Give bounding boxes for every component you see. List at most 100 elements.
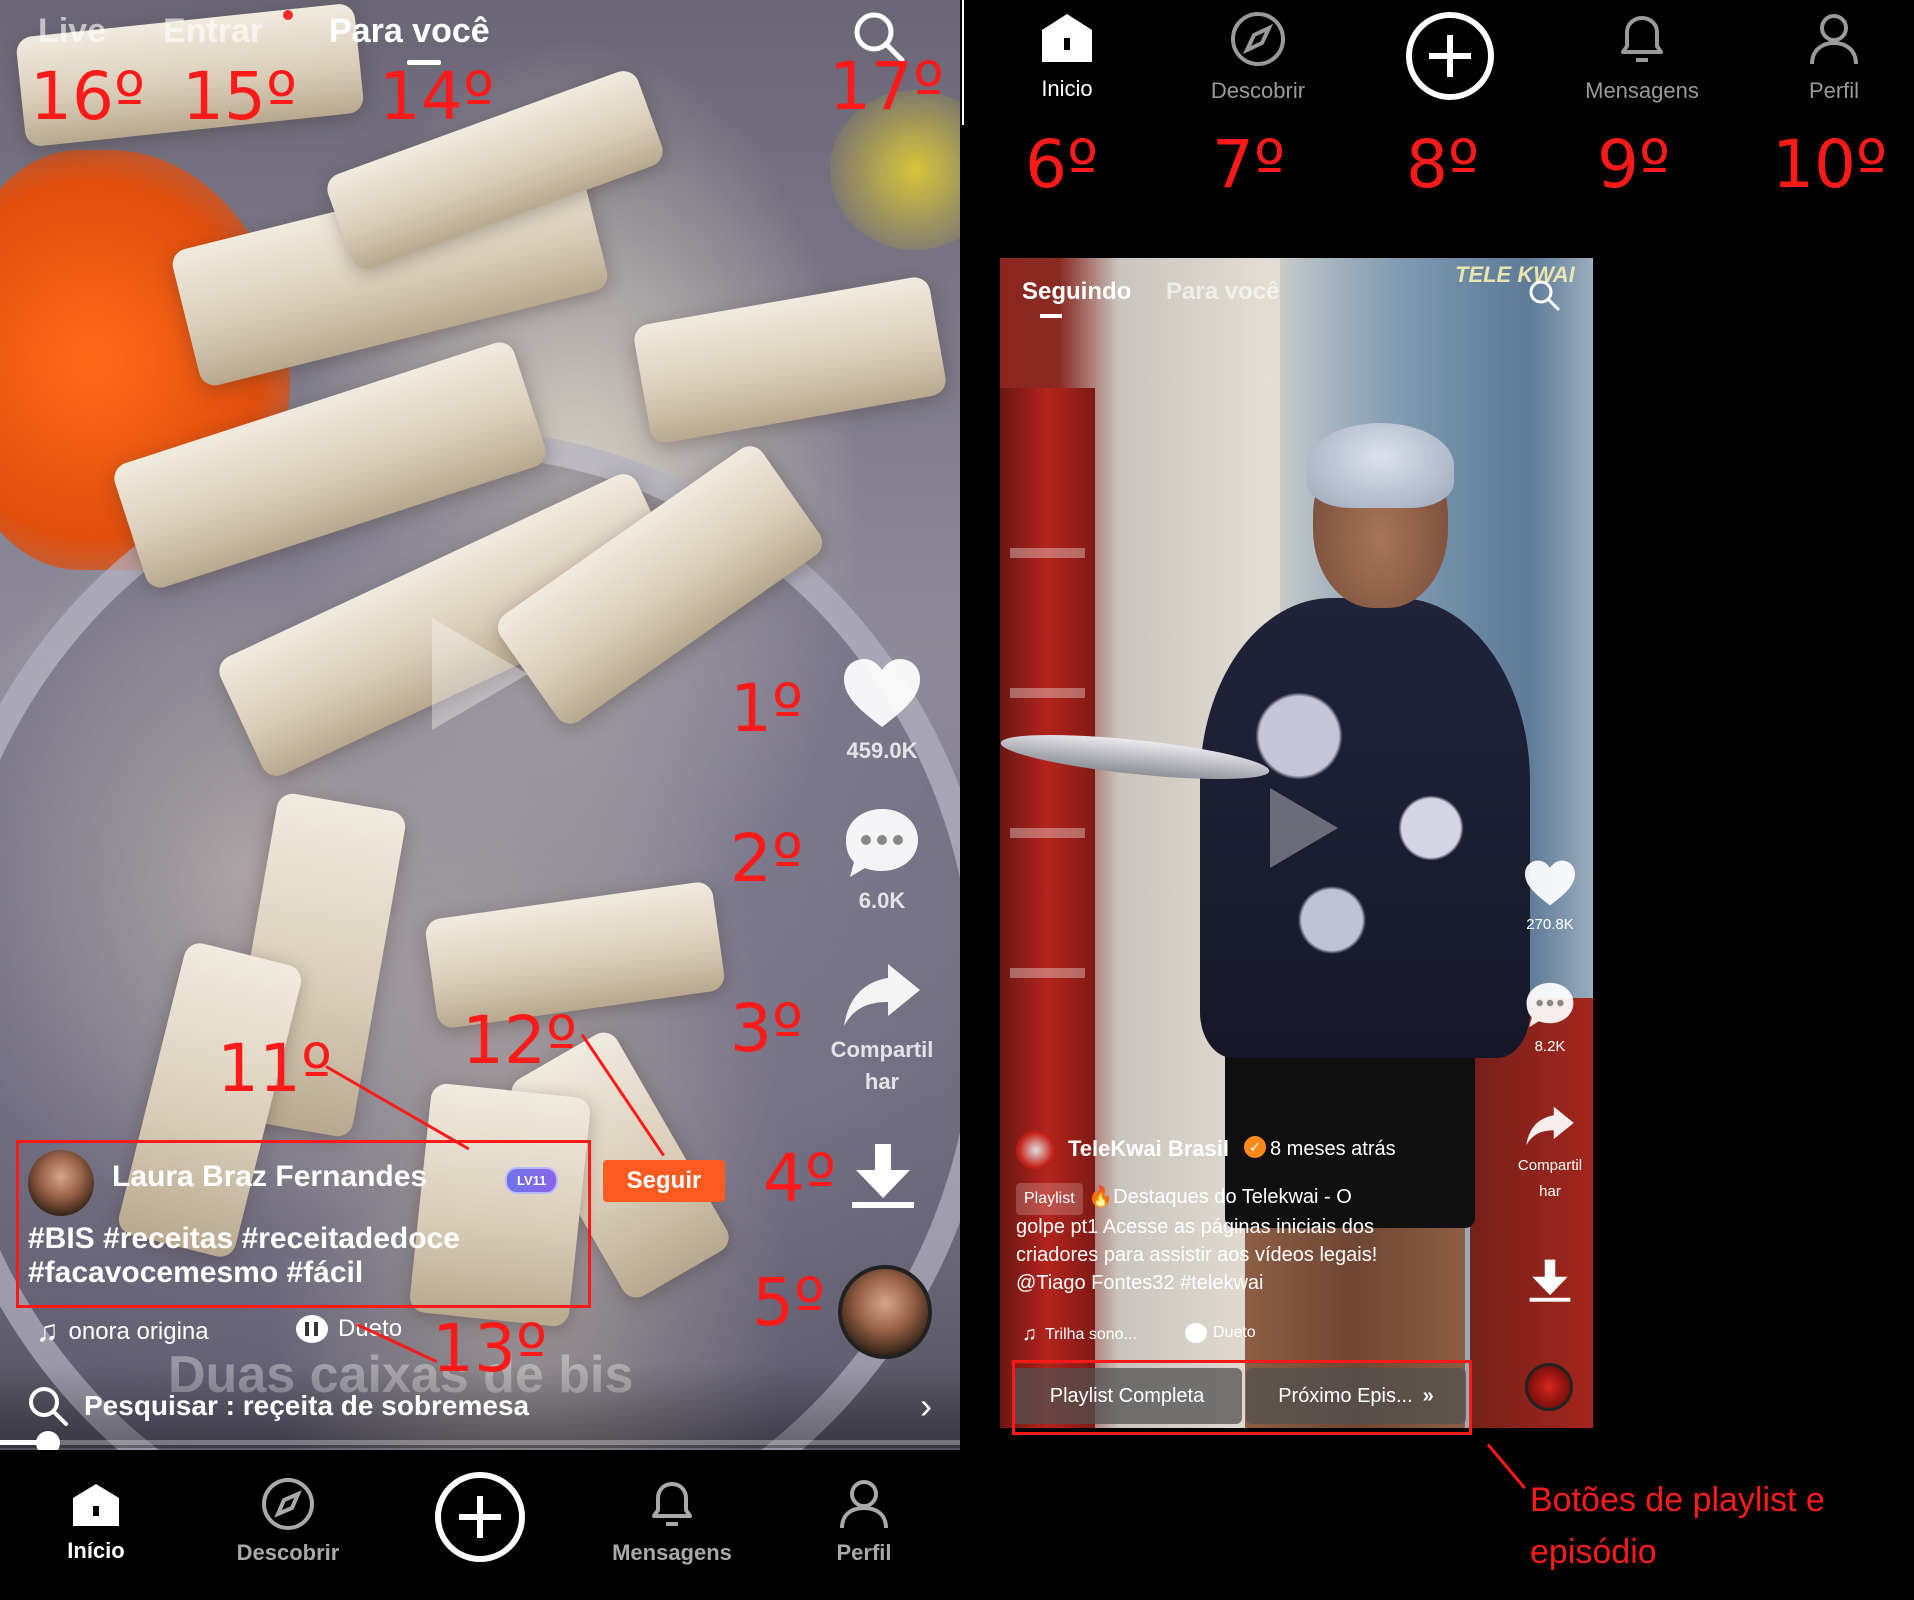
- nav-create[interactable]: [1355, 10, 1545, 102]
- share-label-1: Compartil: [1517, 1157, 1583, 1174]
- share-icon: [1526, 1106, 1574, 1146]
- comment-icon: [1526, 982, 1574, 1028]
- annotation-6: 6º: [1025, 126, 1099, 203]
- duet-icon: [1185, 1323, 1207, 1343]
- home-icon: [1042, 14, 1092, 62]
- nav-mensagens[interactable]: Mensagens: [1547, 10, 1737, 104]
- nav-label: Perfil: [1808, 78, 1860, 103]
- tab-para-voce[interactable]: Para você: [329, 12, 490, 51]
- navigation-bar-zoom: Inicio Descobrir Mensagens Perfil: [966, 0, 1914, 130]
- comment-count: 6.0K: [858, 888, 906, 913]
- nav-descobrir[interactable]: Descobrir: [192, 1450, 384, 1600]
- playlist-caption-line-2: episódio: [1530, 1533, 1657, 1571]
- like-button[interactable]: 459.0K: [832, 655, 932, 767]
- nav-label: Inicio: [1041, 76, 1093, 101]
- nav-perfil[interactable]: Perfil: [768, 1450, 960, 1600]
- share-button[interactable]: Compartil har: [812, 960, 952, 1098]
- profile-icon: [840, 1480, 888, 1529]
- playlist-video-screen[interactable]: Seguindo Para você TELE KWAI 270.8K 8.2K…: [1000, 258, 1593, 1428]
- notification-dot: [283, 10, 293, 20]
- bottom-navigation: Início Descobrir Mensagens Perfil: [0, 1450, 960, 1600]
- compass-icon: [1231, 12, 1285, 66]
- creator-avatar-disc[interactable]: [1525, 1363, 1573, 1411]
- caption-line-4[interactable]: @Tiago Fontes32 #telekwai: [1016, 1269, 1263, 1297]
- caption-line-1[interactable]: Playlist 🔥Destaques do Telekwai - O: [1016, 1183, 1352, 1215]
- red-crates: [1470, 998, 1593, 1428]
- caption-line-2[interactable]: golpe pt1 Acesse as páginas iniciais dos: [1016, 1213, 1374, 1241]
- playlist-caption-line-1: Botões de playlist e: [1530, 1481, 1825, 1519]
- sound-name: onora origina: [68, 1318, 209, 1345]
- creator-caption-highlight: [16, 1140, 591, 1308]
- active-tab-indicator: [1040, 314, 1062, 318]
- caption-title: 🔥Destaques do Telekwai - O: [1088, 1186, 1352, 1208]
- verified-badge-icon: ✓: [1244, 1136, 1266, 1158]
- panel-divider: [962, 0, 964, 125]
- annotation-3: 3º: [730, 990, 804, 1067]
- playlist-badge[interactable]: Playlist: [1016, 1183, 1083, 1215]
- nav-label: Mensagens: [1585, 78, 1699, 103]
- heart-icon: [1525, 860, 1575, 906]
- chevron-right-icon: ›: [920, 1385, 932, 1426]
- nav-mensagens[interactable]: Mensagens: [576, 1450, 768, 1600]
- video-progress-bar[interactable]: [0, 1431, 960, 1455]
- creator-avatar[interactable]: [1016, 1130, 1056, 1170]
- nav-inicio[interactable]: Início: [0, 1450, 192, 1600]
- share-button[interactable]: Compartil har: [1500, 1103, 1593, 1205]
- annotation-11: 11º: [217, 1030, 333, 1107]
- like-button[interactable]: 270.8K: [1515, 858, 1585, 938]
- search-icon: [29, 1387, 68, 1426]
- like-count: 270.8K: [1526, 916, 1574, 933]
- sound-name: Trilha sono...: [1045, 1325, 1137, 1343]
- annotation-2: 2º: [730, 820, 804, 897]
- sound-row[interactable]: ♫ onora origina: [36, 1315, 209, 1349]
- comment-button[interactable]: 6.0K: [832, 805, 932, 917]
- plus-circle-icon: [1406, 12, 1494, 100]
- caption-line-3[interactable]: criadores para assistir aos vídeos legai…: [1016, 1241, 1377, 1269]
- tab-entrar[interactable]: Entrar: [163, 12, 263, 51]
- duet-button[interactable]: Dueto: [1185, 1323, 1256, 1343]
- comment-button[interactable]: 8.2K: [1515, 980, 1585, 1060]
- nav-label: Perfil: [836, 1540, 892, 1565]
- nav-label: Descobrir: [236, 1540, 340, 1565]
- annotation-9: 9º: [1597, 126, 1671, 203]
- annotation-17: 17º: [829, 48, 945, 125]
- share-label-2: har: [864, 1069, 900, 1094]
- creator-name[interactable]: TeleKwai Brasil: [1068, 1136, 1229, 1162]
- tab-live[interactable]: Live: [38, 12, 106, 51]
- duet-icon: [296, 1315, 328, 1343]
- post-time: 8 meses atrás: [1270, 1138, 1396, 1160]
- search-suggestion-text: Pesquisar : reçeita de sobremesa: [84, 1390, 530, 1421]
- playlist-buttons-highlight: [1012, 1360, 1472, 1435]
- person-jacket: [1200, 598, 1530, 1058]
- wafer-bar: [631, 274, 949, 446]
- follow-button[interactable]: Seguir: [603, 1160, 725, 1202]
- annotation-7: 7º: [1212, 126, 1286, 203]
- search-icon[interactable]: [1527, 278, 1561, 317]
- tab-para-voce[interactable]: Para você: [1166, 278, 1279, 306]
- sound-row[interactable]: ♫ Trilha sono...: [1022, 1323, 1137, 1346]
- nav-inicio[interactable]: Inicio: [972, 10, 1162, 102]
- annotation-8: 8º: [1406, 126, 1480, 203]
- play-icon[interactable]: [1270, 788, 1338, 868]
- creator-avatar-disc[interactable]: [838, 1265, 932, 1359]
- annotation-5: 5º: [752, 1264, 826, 1341]
- nav-descobrir[interactable]: Descobrir: [1163, 10, 1353, 104]
- nav-create[interactable]: [384, 1450, 576, 1600]
- person-hairnet: [1307, 423, 1454, 508]
- music-note-icon: ♫: [36, 1315, 59, 1348]
- annotation-13: 13º: [432, 1310, 548, 1387]
- annotation-10: 10º: [1772, 126, 1888, 203]
- like-count: 459.0K: [846, 738, 918, 763]
- music-note-icon: ♫: [1022, 1323, 1037, 1345]
- nav-label: Mensagens: [612, 1540, 732, 1565]
- download-icon[interactable]: [1527, 1255, 1573, 1310]
- duet-label: Dueto: [1213, 1324, 1256, 1341]
- nav-label: Início: [67, 1538, 125, 1563]
- annotation-1: 1º: [730, 670, 804, 747]
- compass-icon: [262, 1478, 314, 1530]
- play-icon[interactable]: [432, 618, 528, 730]
- nav-perfil[interactable]: Perfil: [1739, 10, 1914, 104]
- tab-seguindo[interactable]: Seguindo: [1022, 278, 1131, 306]
- share-label-1: Compartil: [830, 1037, 934, 1062]
- download-icon[interactable]: [848, 1140, 918, 1215]
